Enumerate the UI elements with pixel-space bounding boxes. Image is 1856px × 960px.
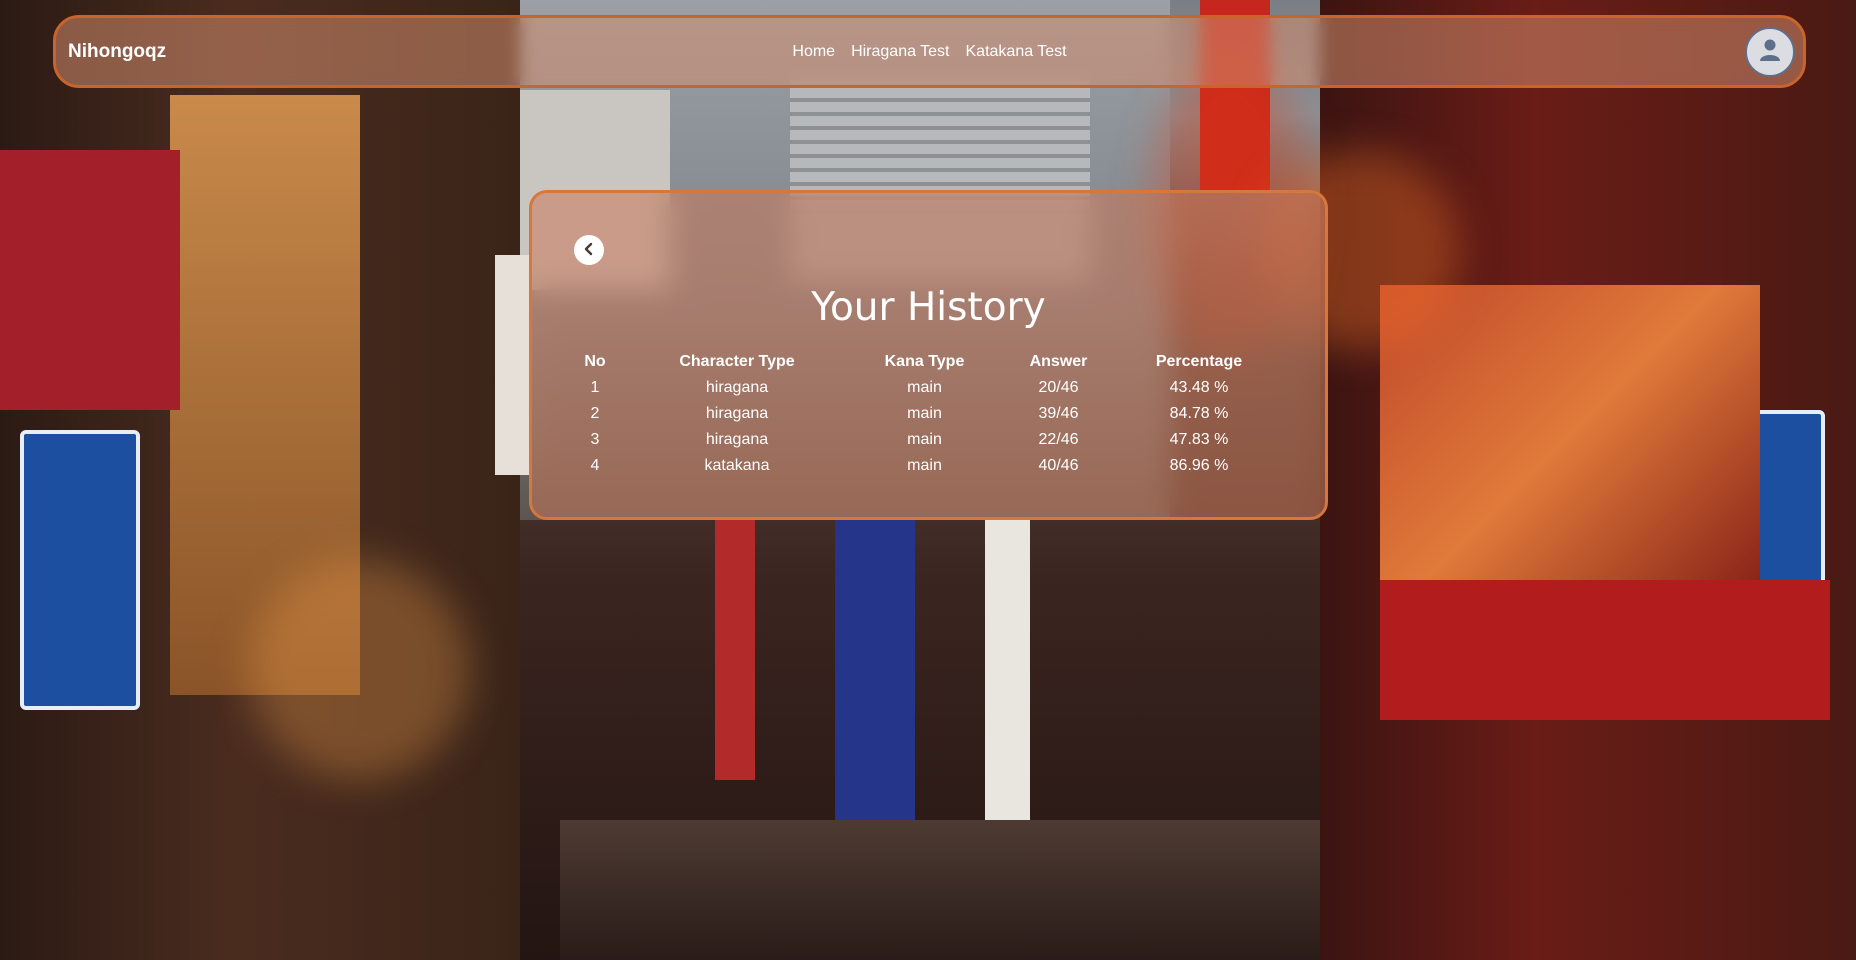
page-title: Your History: [811, 285, 1046, 330]
cell-no: 2: [590, 405, 600, 422]
column-header-no: No: [584, 353, 606, 370]
cell-kana-type: main: [907, 379, 942, 396]
table-row: 2 hiragana main 39/46 84.78 %: [572, 401, 1274, 427]
table-header-row: No Character Type Kana Type Answer Perce…: [572, 349, 1274, 375]
column-header-character-type: Character Type: [679, 353, 795, 370]
column-header-kana-type: Kana Type: [884, 353, 965, 370]
table-row: 3 hiragana main 22/46 47.83 %: [572, 427, 1274, 453]
table-row: 4 katakana main 40/46 86.96 %: [572, 453, 1274, 479]
nav-link-katakana-test[interactable]: Katakana Test: [966, 43, 1067, 61]
cell-no: 4: [590, 457, 600, 474]
nav-link-home[interactable]: Home: [792, 43, 835, 61]
cell-kana-type: main: [907, 431, 942, 448]
user-avatar-icon: [1759, 38, 1781, 66]
brand-logo[interactable]: Nihongoqz: [68, 41, 166, 63]
cell-percentage: 43.48 %: [1169, 379, 1229, 396]
table-row: 1 hiragana main 20/46 43.48 %: [572, 375, 1274, 401]
cell-answer: 39/46: [1038, 405, 1079, 422]
history-card: Your History No Character Type Kana Type…: [529, 190, 1328, 520]
column-header-answer: Answer: [1029, 353, 1088, 370]
nav-link-hiragana-test[interactable]: Hiragana Test: [851, 43, 949, 61]
cell-answer: 40/46: [1038, 457, 1079, 474]
user-avatar-button[interactable]: [1745, 26, 1795, 77]
column-header-percentage: Percentage: [1155, 353, 1243, 370]
cell-no: 1: [590, 379, 600, 396]
cell-percentage: 86.96 %: [1169, 457, 1229, 474]
cell-kana-type: main: [907, 457, 942, 474]
cell-character-type: hiragana: [705, 379, 769, 396]
navbar: Nihongoqz Home Hiragana Test Katakana Te…: [53, 15, 1806, 88]
cell-kana-type: main: [907, 405, 942, 422]
cell-percentage: 47.83 %: [1169, 431, 1229, 448]
cell-answer: 20/46: [1038, 379, 1079, 396]
back-button[interactable]: [574, 235, 604, 265]
cell-answer: 22/46: [1038, 431, 1079, 448]
cell-percentage: 84.78 %: [1169, 405, 1229, 422]
chevron-left-icon: [582, 241, 596, 260]
cell-no: 3: [590, 431, 600, 448]
cell-character-type: hiragana: [705, 405, 769, 422]
nav-links: Home Hiragana Test Katakana Test: [792, 43, 1066, 61]
cell-character-type: hiragana: [705, 431, 769, 448]
history-table: No Character Type Kana Type Answer Perce…: [572, 349, 1274, 479]
cell-character-type: katakana: [704, 457, 770, 474]
